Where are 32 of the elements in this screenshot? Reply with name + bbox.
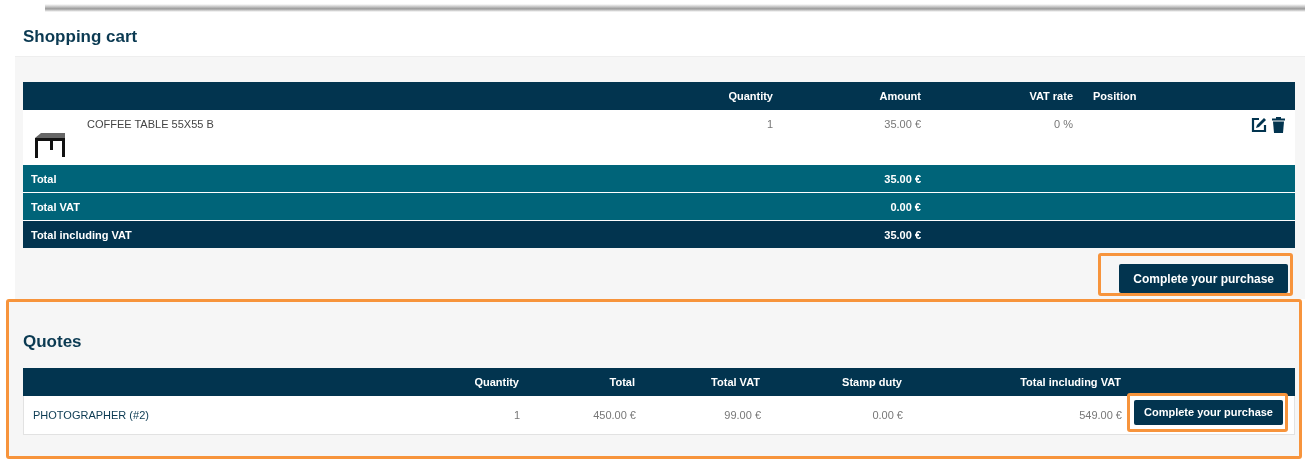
table-cell-text: 99.00 € (723, 409, 762, 421)
column-header: Total including VAT (1019, 376, 1122, 388)
column-header: Total VAT (710, 376, 761, 388)
total-label: Total VAT (30, 200, 81, 213)
column-header: Quantity (473, 376, 520, 388)
section-title: Quotes (22, 332, 83, 352)
table-cell-text: 35.00 € (883, 117, 922, 130)
total-value: 35.00 € (883, 172, 922, 185)
column-header: Quantity (727, 90, 774, 102)
edit-icon[interactable] (1251, 117, 1267, 133)
section-title: Shopping cart (23, 27, 138, 47)
column-header: Stamp duty (841, 376, 903, 388)
purchase-button[interactable]: Complete your purchase (1134, 399, 1283, 425)
table-icon (33, 132, 67, 158)
column-header: Total (608, 376, 636, 388)
total-value: 35.00 € (883, 228, 922, 241)
column-header: VAT rate (1028, 90, 1074, 102)
table-cell-text: 1 (512, 409, 521, 421)
column-header: Amount (878, 90, 922, 102)
table-cell-text: 549.00 € (1078, 409, 1123, 421)
column-header: Position (1092, 90, 1138, 102)
table-cell-text: 450.00 € (592, 409, 637, 421)
trash-icon[interactable] (1272, 117, 1285, 133)
table-cell-text: 0.00 € (871, 409, 904, 421)
product-name: COFFEE TABLE 55X55 B (87, 118, 214, 132)
quote-name: PHOTOGRAPHER (#2) (32, 409, 150, 421)
purchase-button[interactable]: Complete your purchase (1119, 264, 1288, 293)
table-cell-text: 0 % (1053, 117, 1074, 130)
total-label: Total (30, 172, 58, 185)
total-value: 0.00 € (889, 200, 922, 213)
total-label: Total including VAT (30, 228, 133, 241)
table-cell-text: 1 (765, 117, 774, 130)
